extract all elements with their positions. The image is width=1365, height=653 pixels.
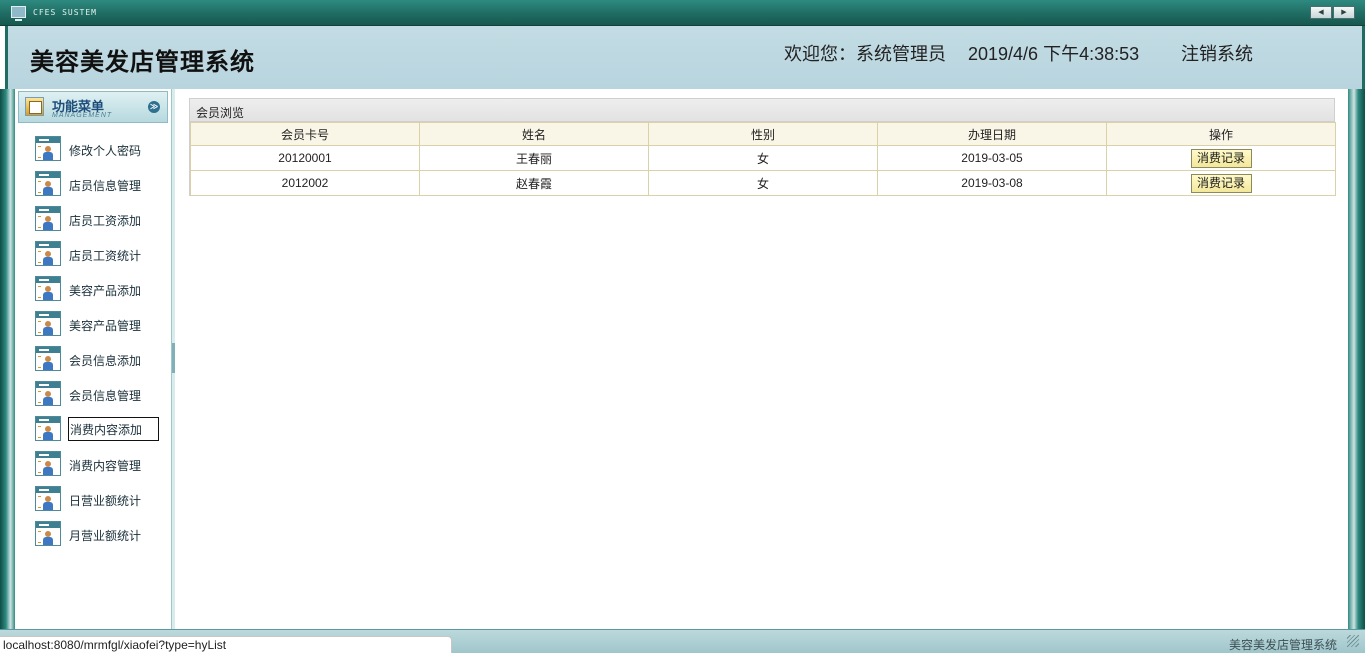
user-card-icon	[35, 416, 61, 441]
system-label: CFES SUSTEM	[33, 8, 97, 17]
name-cell: 赵春霞	[419, 170, 649, 196]
consume-record-button[interactable]: 消费记录	[1190, 173, 1252, 193]
card-number-cell: 20120001	[190, 145, 420, 171]
sidebar-item-product-manage[interactable]: 美容产品管理	[15, 308, 172, 343]
collapse-chevron-icon[interactable]: ≫	[148, 101, 160, 113]
column-header: 姓名	[419, 122, 649, 146]
resize-grip-icon[interactable]	[1347, 635, 1359, 647]
system-titlebar: CFES SUSTEM ◀ ▶	[0, 0, 1365, 26]
user-card-icon	[35, 451, 61, 476]
sidebar-item-label[interactable]: 店员工资统计	[69, 247, 141, 264]
sidebar-item-label[interactable]: 会员信息管理	[69, 387, 141, 404]
column-header: 操作	[1106, 122, 1336, 146]
sidebar-item-label[interactable]: 会员信息添加	[69, 352, 141, 369]
monitor-icon	[11, 6, 26, 21]
sidebar-item-staff-manage[interactable]: 店员信息管理	[15, 168, 172, 203]
header-banner: 美容美发店管理系统 欢迎您：系统管理员 2019/4/6 下午4:38:53 注…	[5, 26, 1365, 89]
sidebar-item-label[interactable]: 美容产品添加	[69, 282, 141, 299]
user-card-icon	[35, 276, 61, 301]
sidebar-item-label[interactable]: 美容产品管理	[69, 317, 141, 334]
menu-list: 修改个人密码 店员信息管理 店员工资添加 店员工资统计 美容产品添加 美容产品管…	[15, 133, 172, 553]
footer-text: 美容美发店管理系统	[1228, 638, 1337, 652]
sidebar-item-consume-add[interactable]: 消费内容添加	[15, 413, 172, 448]
nav-buttons: ◀ ▶	[1310, 6, 1355, 19]
table-row: 2012002 赵春霞 女 2019-03-08 消费记录	[190, 170, 1336, 196]
sidebar-item-member-manage[interactable]: 会员信息管理	[15, 378, 172, 413]
member-table: 会员卡号 姓名 性别 办理日期 操作 20120001 王春丽 女 2019-0…	[190, 122, 1336, 196]
user-card-icon	[35, 136, 61, 161]
consume-record-button[interactable]: 消费记录	[1190, 148, 1252, 168]
datetime-text: 2019/4/6 下午4:38:53	[968, 44, 1140, 64]
sidebar-item-monthly-revenue[interactable]: 月营业额统计	[15, 518, 172, 553]
sidebar: 功能菜单 MANAGEMENT ≫ 修改个人密码 店员信息管理 店员工资添加 店…	[15, 89, 172, 629]
user-card-icon	[35, 346, 61, 371]
date-cell: 2019-03-08	[877, 170, 1107, 196]
sidebar-item-member-add[interactable]: 会员信息添加	[15, 343, 172, 378]
frame-left-border	[0, 89, 15, 629]
table-row: 20120001 王春丽 女 2019-03-05 消费记录	[190, 145, 1336, 171]
user-card-icon	[35, 521, 61, 546]
member-browse-panel: 会员浏览 会员卡号 姓名 性别 办理日期 操作 20120001 王春丽 女 2…	[189, 98, 1336, 196]
user-card-icon	[35, 381, 61, 406]
menu-header[interactable]: 功能菜单 MANAGEMENT ≫	[18, 91, 168, 123]
column-header: 会员卡号	[190, 122, 420, 146]
sidebar-item-label[interactable]: 日营业额统计	[69, 492, 141, 509]
table-header-row: 会员卡号 姓名 性别 办理日期 操作	[190, 122, 1336, 146]
nav-next-button[interactable]: ▶	[1333, 6, 1355, 19]
date-cell: 2019-03-05	[877, 145, 1107, 171]
sidebar-item-daily-revenue[interactable]: 日营业额统计	[15, 483, 172, 518]
nav-prev-button[interactable]: ◀	[1310, 6, 1332, 19]
user-card-icon	[35, 241, 61, 266]
user-card-icon	[35, 206, 61, 231]
sidebar-item-salary-stats[interactable]: 店员工资统计	[15, 238, 172, 273]
main-content: 会员浏览 会员卡号 姓名 性别 办理日期 操作 20120001 王春丽 女 2…	[175, 89, 1348, 629]
gender-cell: 女	[648, 145, 878, 171]
sidebar-item-product-add[interactable]: 美容产品添加	[15, 273, 172, 308]
logout-link[interactable]: 注销系统	[1181, 40, 1253, 66]
welcome-text: 欢迎您：系统管理员	[784, 44, 946, 64]
menu-folder-icon	[25, 97, 44, 116]
sidebar-item-label[interactable]: 店员工资添加	[69, 212, 141, 229]
sidebar-item-consume-manage[interactable]: 消费内容管理	[15, 448, 172, 483]
sidebar-item-label[interactable]: 消费内容添加	[68, 417, 159, 441]
user-card-icon	[35, 486, 61, 511]
name-cell: 王春丽	[419, 145, 649, 171]
panel-title: 会员浏览	[190, 99, 1334, 122]
sidebar-item-label[interactable]: 店员信息管理	[69, 177, 141, 194]
sidebar-item-salary-add[interactable]: 店员工资添加	[15, 203, 172, 238]
user-card-icon	[35, 311, 61, 336]
gender-cell: 女	[648, 170, 878, 196]
menu-subtitle: MANAGEMENT	[52, 112, 113, 119]
sidebar-item-label[interactable]: 月营业额统计	[69, 527, 141, 544]
column-header: 性别	[648, 122, 878, 146]
app-title: 美容美发店管理系统	[30, 49, 255, 76]
sidebar-item-change-password[interactable]: 修改个人密码	[15, 133, 172, 168]
action-cell: 消费记录	[1106, 145, 1336, 171]
status-url: localhost:8080/mrmfgl/xiaofei?type=hyLis…	[0, 636, 452, 653]
sidebar-item-label[interactable]: 消费内容管理	[69, 457, 141, 474]
column-header: 办理日期	[877, 122, 1107, 146]
action-cell: 消费记录	[1106, 170, 1336, 196]
card-number-cell: 2012002	[190, 170, 420, 196]
user-card-icon	[35, 171, 61, 196]
sidebar-item-label[interactable]: 修改个人密码	[69, 142, 141, 159]
frame-right-border	[1348, 89, 1365, 629]
